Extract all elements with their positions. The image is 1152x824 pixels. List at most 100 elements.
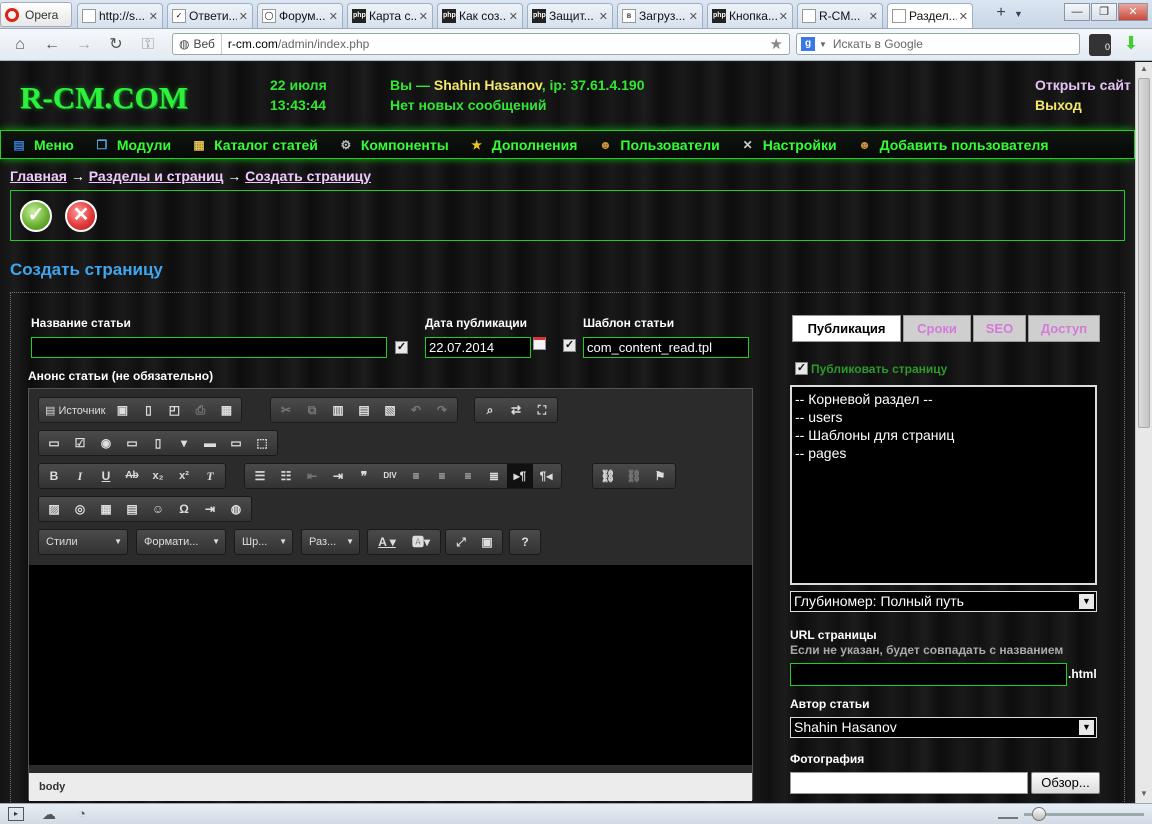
indent-icon[interactable]: ⇥: [325, 464, 351, 488]
button-icon[interactable]: ▬: [197, 431, 223, 455]
tab-list-chevron-icon[interactable]: ▼: [1014, 4, 1028, 24]
select-all-icon[interactable]: ⛶: [529, 398, 555, 422]
publish-checkbox[interactable]: ✓: [795, 362, 808, 375]
browser-tab[interactable]: http://s... ✕: [77, 3, 163, 28]
tab-close-icon[interactable]: ✕: [509, 10, 518, 23]
source-button[interactable]: ▤ Источник: [41, 404, 109, 417]
browser-tab[interactable]: в Загруз... ✕: [617, 3, 703, 28]
restore-window-icon[interactable]: ❐: [1091, 3, 1117, 21]
textfield-icon[interactable]: ▭: [119, 431, 145, 455]
format-dropdown[interactable]: Формати... ▼: [136, 529, 226, 555]
checkbox-icon[interactable]: ☑: [67, 431, 93, 455]
panel-toggle-icon[interactable]: ▸: [8, 807, 24, 821]
download-manager-icon[interactable]: 0: [1089, 34, 1111, 56]
maximize-icon[interactable]: ⤢: [448, 530, 474, 554]
back-arrow-icon[interactable]: ←: [42, 35, 62, 55]
bulleted-list-icon[interactable]: ☷: [273, 464, 299, 488]
browser-tab[interactable]: Раздел... ✕: [887, 3, 973, 28]
menu-item[interactable]: ▦ Каталог статей: [191, 137, 317, 153]
size-dropdown[interactable]: Раз... ▼: [301, 529, 360, 555]
undo-icon[interactable]: ↶: [403, 398, 429, 422]
cut-icon[interactable]: ✂: [273, 398, 299, 422]
rtl-icon[interactable]: ¶◂: [533, 464, 559, 488]
section-option[interactable]: -- Корневой раздел --: [795, 390, 1092, 408]
menu-item[interactable]: ⚙ Компоненты: [338, 137, 449, 153]
element-path-body[interactable]: body: [39, 781, 65, 793]
page-break-icon[interactable]: ⇥: [197, 497, 223, 521]
text-color-icon[interactable]: A ▾: [370, 530, 404, 554]
flash-icon[interactable]: ◎: [67, 497, 93, 521]
superscript-icon[interactable]: x²: [171, 464, 197, 488]
bookmark-star-icon[interactable]: ★: [770, 35, 783, 53]
underline-icon[interactable]: U: [93, 464, 119, 488]
search-engine-chevron-icon[interactable]: ▼: [819, 40, 827, 49]
iframe-globe-icon[interactable]: ◍: [223, 497, 249, 521]
italic-icon[interactable]: I: [67, 464, 93, 488]
browser-tab[interactable]: php Карта с... ✕: [347, 3, 433, 28]
justify-icon[interactable]: ≣: [481, 464, 507, 488]
font-dropdown[interactable]: Шр... ▼: [234, 529, 293, 555]
breadcrumb-home[interactable]: Главная: [10, 168, 67, 184]
tab-close-icon[interactable]: ✕: [149, 10, 158, 23]
site-logo[interactable]: R-CM.COM: [20, 80, 188, 116]
print-icon[interactable]: ⎙: [187, 398, 213, 422]
redo-icon[interactable]: ↷: [429, 398, 455, 422]
copy-icon[interactable]: ⧉: [299, 398, 325, 422]
align-left-icon[interactable]: ≡: [403, 464, 429, 488]
image-button-icon[interactable]: ▭: [223, 431, 249, 455]
div-container-icon[interactable]: DIV: [377, 464, 403, 488]
speed-dial-gauge-icon[interactable]: ◔: [78, 806, 94, 822]
smiley-icon[interactable]: ☺: [145, 497, 171, 521]
url-field[interactable]: ◍ Веб r-cm.com/admin/index.php ★: [172, 33, 790, 55]
tab-access[interactable]: Доступ: [1028, 315, 1100, 342]
tab-close-icon[interactable]: ✕: [689, 10, 698, 23]
depth-select[interactable]: Глубиномер: Полный путь ▼: [790, 591, 1097, 612]
bold-icon[interactable]: B: [41, 464, 67, 488]
search-field[interactable]: g ▼ Искать в Google: [796, 33, 1080, 55]
menu-item[interactable]: ✕ Настройки: [740, 137, 837, 153]
tab-publication[interactable]: Публикация: [792, 315, 901, 342]
close-window-icon[interactable]: ✕: [1118, 3, 1148, 21]
tab-close-icon[interactable]: ✕: [869, 10, 878, 23]
page-scrollbar[interactable]: ▲ ▼: [1135, 62, 1152, 803]
template-checkbox[interactable]: ✓: [563, 339, 576, 352]
cancel-button-cross-icon[interactable]: ✕: [65, 200, 97, 232]
home-icon[interactable]: ⌂: [10, 35, 30, 55]
hidden-field-icon[interactable]: ⬚: [249, 431, 275, 455]
scrollbar-thumb[interactable]: [1138, 78, 1150, 428]
browser-tab[interactable]: php Защит... ✕: [527, 3, 613, 28]
scroll-up-icon[interactable]: ▲: [1137, 62, 1151, 76]
template-input[interactable]: [583, 337, 749, 358]
tab-close-icon[interactable]: ✕: [599, 10, 608, 23]
menu-item[interactable]: ★ Дополнения: [469, 137, 577, 153]
section-option[interactable]: -- users: [795, 408, 1092, 426]
scroll-down-icon[interactable]: ▼: [1137, 787, 1151, 801]
tab-close-icon[interactable]: ✕: [329, 10, 338, 23]
tab-seo[interactable]: SEO: [973, 315, 1026, 342]
menu-item[interactable]: ☻ Пользователи: [597, 137, 720, 153]
tab-close-icon[interactable]: ✕: [779, 10, 788, 23]
author-select[interactable]: Shahin Hasanov ▼: [790, 717, 1097, 738]
open-site-link[interactable]: Открыть сайт: [1035, 77, 1131, 93]
strike-icon[interactable]: Ab: [119, 464, 145, 488]
tab-close-icon[interactable]: ✕: [959, 10, 968, 23]
radio-icon[interactable]: ◉: [93, 431, 119, 455]
page-url-input[interactable]: [790, 663, 1067, 686]
logout-link[interactable]: Выход: [1035, 97, 1082, 113]
paste-icon[interactable]: ▥: [325, 398, 351, 422]
article-title-input[interactable]: [31, 337, 387, 358]
tab-terms[interactable]: Сроки: [903, 315, 971, 342]
menu-item[interactable]: ❒ Модули: [94, 137, 171, 153]
unlink-icon[interactable]: ⛓: [621, 464, 647, 488]
reload-icon[interactable]: ↻: [106, 35, 126, 55]
section-option[interactable]: -- pages: [795, 444, 1092, 462]
paste-text-icon[interactable]: ▤: [351, 398, 377, 422]
breadcrumb-sections[interactable]: Разделы и страниц: [89, 168, 224, 184]
username-link[interactable]: Shahin Hasanov: [434, 77, 542, 93]
browser-tab[interactable]: ◯ Форум... ✕: [257, 3, 343, 28]
opera-menu-button[interactable]: Opera: [0, 2, 72, 27]
photo-file-input[interactable]: [790, 772, 1028, 794]
browser-tab[interactable]: php Кнопка... ✕: [707, 3, 793, 28]
tab-close-icon[interactable]: ✕: [239, 10, 248, 23]
breadcrumb-current[interactable]: Создать страницу: [245, 168, 371, 184]
